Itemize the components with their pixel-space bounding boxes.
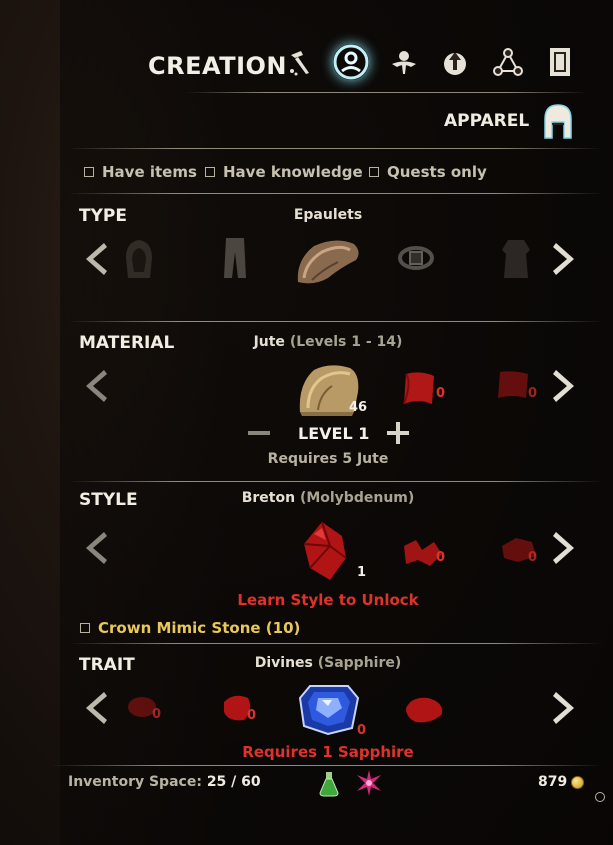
trait-divider [50,765,603,766]
inventory-value: 25 / 60 [206,774,261,790]
filters-divider [68,193,603,194]
trait-section-label: TRAIT [79,655,135,675]
locked-style-quantity: 0 [528,550,538,565]
locked-style-quantity: 0 [436,550,446,565]
material-next-arrow[interactable] [550,368,580,404]
filter-quests-only[interactable]: Quests only [369,163,487,181]
material-prev-arrow[interactable] [80,368,110,404]
material-name: Jute [253,334,285,350]
filter-label: Have knowledge [223,163,363,181]
trait-quantity: 0 [357,723,367,738]
style-quantity: 1 [357,565,367,580]
style-next-arrow[interactable] [550,530,580,566]
page-title: CREATION [148,52,287,80]
filter-label: Have items [102,163,197,181]
material-section-label: MATERIAL [79,333,175,353]
style-divider [68,643,603,644]
style-prev-arrow[interactable] [80,530,110,566]
crown-mimic-stone-toggle[interactable]: Crown Mimic Stone (10) [80,619,300,637]
material-requirement: Requires 5 Jute [267,451,389,467]
pants-icon[interactable] [220,236,250,280]
inventory-label: Inventory Space: [68,774,202,790]
filter-label: Quests only [387,163,487,181]
poison-icon[interactable] [356,769,382,797]
locked-material-icon[interactable] [402,368,438,408]
type-divider [68,321,603,322]
creation-icon[interactable] [333,44,369,80]
gold-amount: 879 [538,774,568,790]
locked-material-icon[interactable] [496,368,532,402]
style-section-label: STYLE [79,490,138,510]
style-unlock-warning: Learn Style to Unlock [237,591,419,609]
helmet-icon[interactable] [540,102,576,140]
type-prev-arrow[interactable] [80,241,110,277]
material-divider [68,481,603,482]
type-next-arrow[interactable] [550,241,580,277]
research-nodes-icon[interactable] [490,44,526,80]
molybdenum-style-icon[interactable] [300,520,350,582]
locked-trait-quantity: 0 [247,708,257,723]
level-decrease-button[interactable] [247,424,271,442]
style-selected-label: Breton (Molybdenum) [178,490,478,506]
mimic-label: Crown Mimic Stone (10) [98,619,301,637]
material-quantity: 46 [349,400,368,415]
checkbox[interactable] [84,167,94,177]
style-detail: (Molybdenum) [299,490,415,506]
header-divider [186,92,586,93]
style-name: Breton [241,490,296,506]
trait-name: Divines [254,655,313,671]
trait-prev-arrow[interactable] [80,690,110,726]
potion-icon[interactable] [318,771,340,797]
scroll-icon[interactable] [542,44,578,80]
inventory-space: Inventory Space: 25 / 60 [68,774,261,790]
trait-next-arrow[interactable] [550,690,580,726]
category-label: APPAREL [444,111,530,131]
trait-requirement-warning: Requires 1 Sapphire [242,743,414,761]
belt-icon[interactable] [398,240,434,276]
trait-selected-label: Divines (Sapphire) [178,655,478,671]
level-label: LEVEL 1 [298,424,370,443]
category-divider [68,148,603,149]
locked-material-quantity: 0 [528,386,538,401]
filter-have-knowledge[interactable]: Have knowledge [205,163,363,181]
checkbox[interactable] [80,623,90,633]
material-selected-label: Jute (Levels 1 - 14) [178,334,478,350]
type-section-label: TYPE [79,206,127,226]
checkbox[interactable] [369,167,379,177]
gold-coin-icon [571,775,585,789]
locked-material-quantity: 0 [436,386,446,401]
upgrade-arrow-icon[interactable] [437,44,473,80]
filter-have-items[interactable]: Have items [84,163,197,181]
hood-icon[interactable] [122,238,156,280]
locked-trait-quantity: 0 [152,707,162,722]
sapphire-trait-icon[interactable] [298,682,360,736]
level-increase-button[interactable] [386,421,410,445]
trait-detail: (Sapphire) [317,655,402,671]
locked-trait-icon[interactable] [402,694,446,724]
type-selected-name: Epaulets [293,207,363,223]
circle-indicator-icon [595,792,605,802]
material-detail: (Levels 1 - 14) [289,334,403,350]
robe-icon[interactable] [500,238,532,280]
checkbox[interactable] [205,167,215,177]
gold-display: 879 [538,774,585,790]
improvement-icon[interactable] [386,44,422,80]
epaulets-icon[interactable] [292,234,364,286]
deconstruct-hammer-icon[interactable] [282,44,318,80]
